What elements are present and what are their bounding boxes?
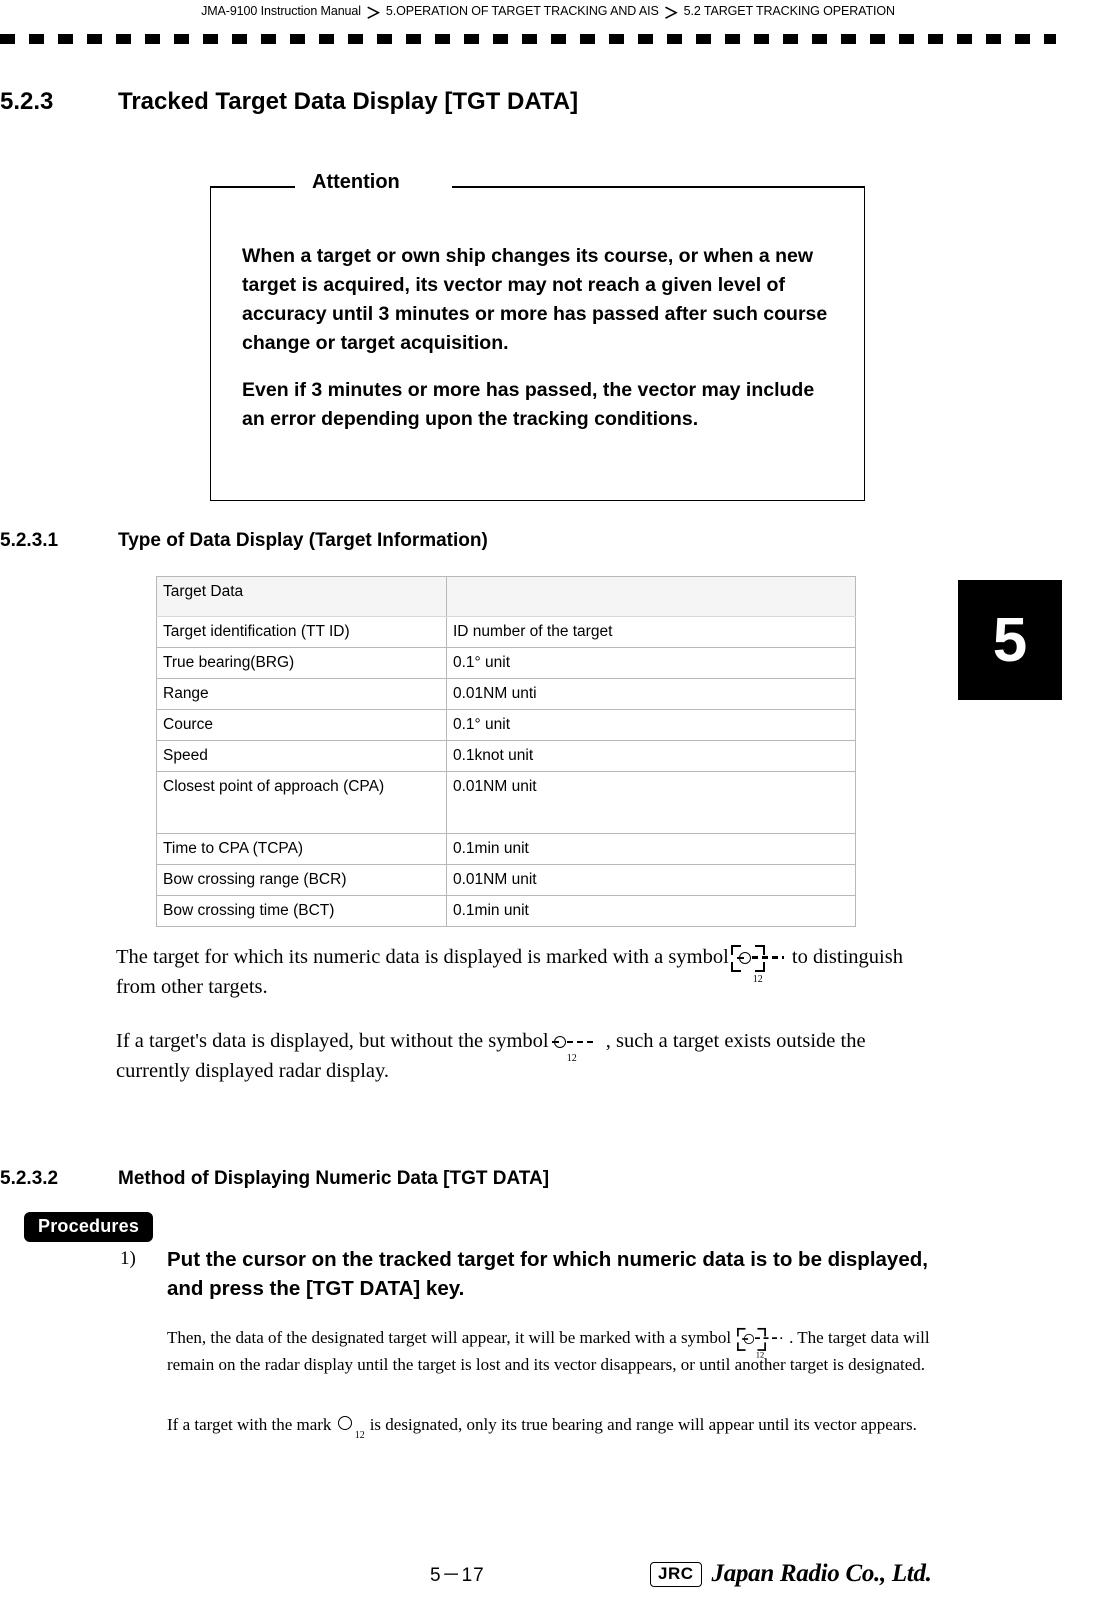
attention-label: Attention	[306, 171, 406, 194]
page-header: JMA-9100 Instruction Manual ＞ 5.OPERATIO…	[0, 0, 1096, 22]
table-cell-value: 0.01NM unit	[446, 771, 856, 834]
procedure-note-2-text-after: is designated, only its true bearing and…	[369, 1415, 917, 1434]
symbol-subscript: 12	[566, 1053, 577, 1065]
table-cell-value: 0.1min unit	[446, 833, 856, 865]
table-cell-value: 0.1° unit	[446, 709, 856, 741]
symbol-subscript: 12	[755, 1350, 765, 1361]
table-row: Cource 0.1° unit	[156, 709, 856, 741]
heading-5-2-3-number: 5.2.3	[0, 88, 54, 115]
table-cell-value: 0.1min unit	[446, 895, 856, 927]
table-cell-value: 0.1knot unit	[446, 740, 856, 772]
untracked-target-circle-symbol-icon: 12	[336, 1415, 370, 1441]
attention-top-rule-left	[210, 186, 295, 188]
attention-paragraph-1: When a target or own ship changes its co…	[242, 245, 828, 354]
attention-box: Attention When a target or own ship chan…	[210, 171, 865, 501]
table-cell-value: 0.1° unit	[446, 647, 856, 679]
table-cell-value: ID number of the target	[446, 616, 856, 648]
jrc-logo-mark: JRC	[650, 1561, 702, 1587]
paragraph-outside-display: If a target's data is displayed, but wit…	[116, 1026, 916, 1086]
footer-logo: JRC Japan Radio Co., Ltd.	[650, 1560, 932, 1588]
table-cell-label: Time to CPA (TCPA)	[156, 833, 447, 865]
procedure-note-1-text-before: Then, the data of the designated target …	[167, 1328, 732, 1347]
footer-page-number: 5－17	[430, 1565, 485, 1586]
table-row: Bow crossing time (BCT) 0.1min unit	[156, 895, 856, 927]
table-cell-label: Target Data	[156, 576, 447, 617]
table-cell-label: Range	[156, 678, 447, 710]
header-section-title: 5.2 TARGET TRACKING OPERATION	[683, 4, 895, 18]
tracked-target-bracket-symbol-icon: 12	[735, 1328, 784, 1360]
target-data-table: Target Data Target identification (TT ID…	[156, 576, 856, 927]
table-cell-label: Speed	[156, 740, 447, 772]
heading-5-2-3-2-number: 5.2.3.2	[0, 1168, 59, 1189]
table-cell-label: Cource	[156, 709, 447, 741]
tracked-target-bracket-symbol-icon: 12	[729, 945, 787, 985]
procedure-note-2: If a target with the mark 12 is designat…	[167, 1412, 942, 1441]
breadcrumb-separator-1: ＞	[365, 4, 381, 22]
table-row: Range 0.01NM unti	[156, 678, 856, 710]
table-cell-label: Target identification (TT ID)	[156, 616, 447, 648]
table-row: Speed 0.1knot unit	[156, 740, 856, 772]
procedure-step-1-text: Put the cursor on the tracked target for…	[167, 1248, 928, 1300]
chapter-tab-number: 5	[992, 605, 1028, 675]
heading-5-2-3-2-text: Method of Displaying Numeric Data [TGT D…	[118, 1168, 550, 1189]
heading-5-2-3-1-text: Type of Data Display (Target Information…	[118, 530, 488, 551]
table-row: Bow crossing range (BCR) 0.01NM unit	[156, 864, 856, 896]
table-cell-label: Closest point of approach (CPA)	[156, 771, 447, 834]
tracked-target-dashed-symbol-icon: 12	[551, 1032, 606, 1064]
table-row: Target identification (TT ID) ID number …	[156, 616, 856, 648]
procedure-note-2-text-before: If a target with the mark	[167, 1415, 332, 1434]
procedures-badge: Procedures	[24, 1212, 154, 1242]
table-cell-label: Bow crossing range (BCR)	[156, 864, 447, 896]
procedure-step-1-number: 1)	[120, 1248, 136, 1269]
heading-5-2-3-text: Tracked Target Data Display [TGT DATA]	[118, 88, 579, 115]
table-cell-value	[446, 576, 856, 617]
paragraph-marked-symbol-text-before: The target for which its numeric data is…	[116, 946, 729, 968]
procedure-note-1: Then, the data of the designated target …	[167, 1325, 942, 1377]
table-cell-label: True bearing(BRG)	[156, 647, 447, 679]
table-row: Target Data	[156, 576, 856, 617]
table-cell-label: Bow crossing time (BCT)	[156, 895, 447, 927]
paragraph-marked-symbol: The target for which its numeric data is…	[116, 942, 926, 1002]
breadcrumb-separator-2: ＞	[663, 4, 679, 22]
header-manual-title: JMA-9100 Instruction Manual	[201, 4, 361, 18]
company-name: Japan Radio Co., Ltd.	[711, 1560, 932, 1587]
symbol-subscript: 12	[752, 974, 763, 986]
symbol-subscript: 12	[354, 1430, 365, 1442]
heading-5-2-3-1-number: 5.2.3.1	[0, 530, 59, 551]
header-chapter-title: 5.OPERATION OF TARGET TRACKING AND AIS	[385, 4, 659, 18]
attention-top-rule-right	[452, 186, 865, 188]
paragraph-outside-display-text-before: If a target's data is displayed, but wit…	[116, 1030, 549, 1052]
header-dashed-rule	[0, 34, 1056, 44]
table-cell-value: 0.01NM unti	[446, 678, 856, 710]
table-cell-value: 0.01NM unit	[446, 864, 856, 896]
chapter-tab: 5	[958, 580, 1062, 700]
table-row: True bearing(BRG) 0.1° unit	[156, 647, 856, 679]
table-row: Time to CPA (TCPA) 0.1min unit	[156, 833, 856, 865]
attention-paragraph-2: Even if 3 minutes or more has passed, th…	[242, 379, 815, 430]
table-row: Closest point of approach (CPA) 0.01NM u…	[156, 771, 856, 834]
attention-body: When a target or own ship changes its co…	[242, 242, 842, 434]
